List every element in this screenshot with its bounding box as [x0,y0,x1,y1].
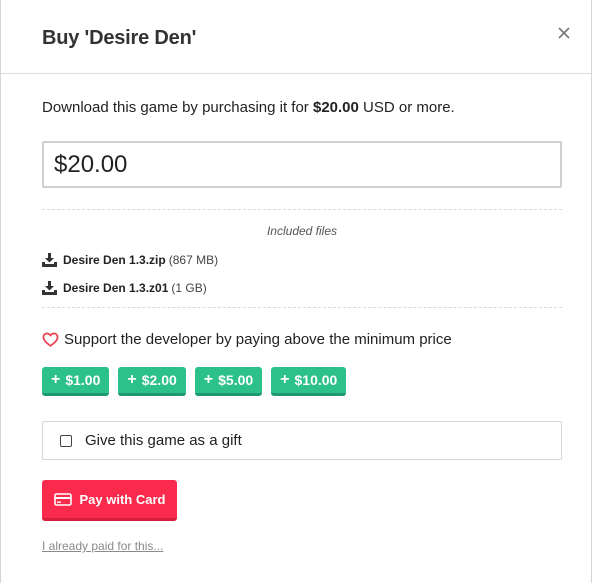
dialog-header: Buy 'Desire Den' [1,0,591,74]
add-5-dollars-button[interactable]: + $5.00 [194,367,263,396]
pay-label: Pay with Card [79,491,166,507]
gift-checkbox[interactable] [60,434,72,447]
minimum-price: $20.00 [312,99,359,116]
support-label: Support the developer by paying above th… [64,331,452,348]
already-paid-link[interactable]: I already paid for this... [42,539,163,553]
tip-label: $2.00 [141,372,177,388]
plus-icon: + [280,371,290,388]
add-2-dollars-button[interactable]: + $2.00 [118,367,186,396]
buy-dialog: Buy 'Desire Den' Download this game by p… [0,0,592,583]
file-item: Desire Den 1.3.z01 (1 GB) [42,281,207,295]
close-icon [558,27,570,39]
download-icon [42,253,57,267]
gift-label: Give this game as a gift [85,432,242,449]
plus-icon: + [51,371,61,388]
support-developer-text: Support the developer by paying above th… [42,331,452,348]
divider [42,209,562,210]
add-10-dollars-button[interactable]: + $10.00 [271,367,347,396]
heart-icon [42,332,59,347]
close-button[interactable] [555,24,573,42]
file-name: Desire Den 1.3.z01 [63,281,169,295]
credit-card-icon [53,492,72,506]
tip-label: $5.00 [218,372,254,388]
intro-prefix: Download this game by purchasing it for [42,99,313,116]
tip-buttons: + $1.00 + $2.00 + $5.00 + $10.00 [42,367,355,396]
price-input[interactable] [42,141,562,188]
purchase-intro: Download this game by purchasing it for … [42,99,455,116]
file-size: (867 MB) [168,253,219,267]
file-item: Desire Den 1.3.zip (867 MB) [42,253,218,267]
file-name: Desire Den 1.3.zip [63,253,166,267]
tip-label: $1.00 [65,372,101,388]
intro-suffix: USD or more. [358,99,455,116]
tip-label: $10.00 [294,372,338,388]
add-1-dollar-button[interactable]: + $1.00 [42,367,110,396]
file-size: (1 GB) [171,281,207,295]
plus-icon: + [203,371,214,388]
pay-with-card-button[interactable]: Pay with Card [42,480,177,521]
plus-icon: + [127,371,137,388]
gift-option[interactable]: Give this game as a gift [42,421,562,460]
download-icon [42,281,57,295]
dialog-title: Buy 'Desire Den' [42,27,197,49]
included-files-label: Included files [266,224,338,238]
divider [42,307,562,308]
